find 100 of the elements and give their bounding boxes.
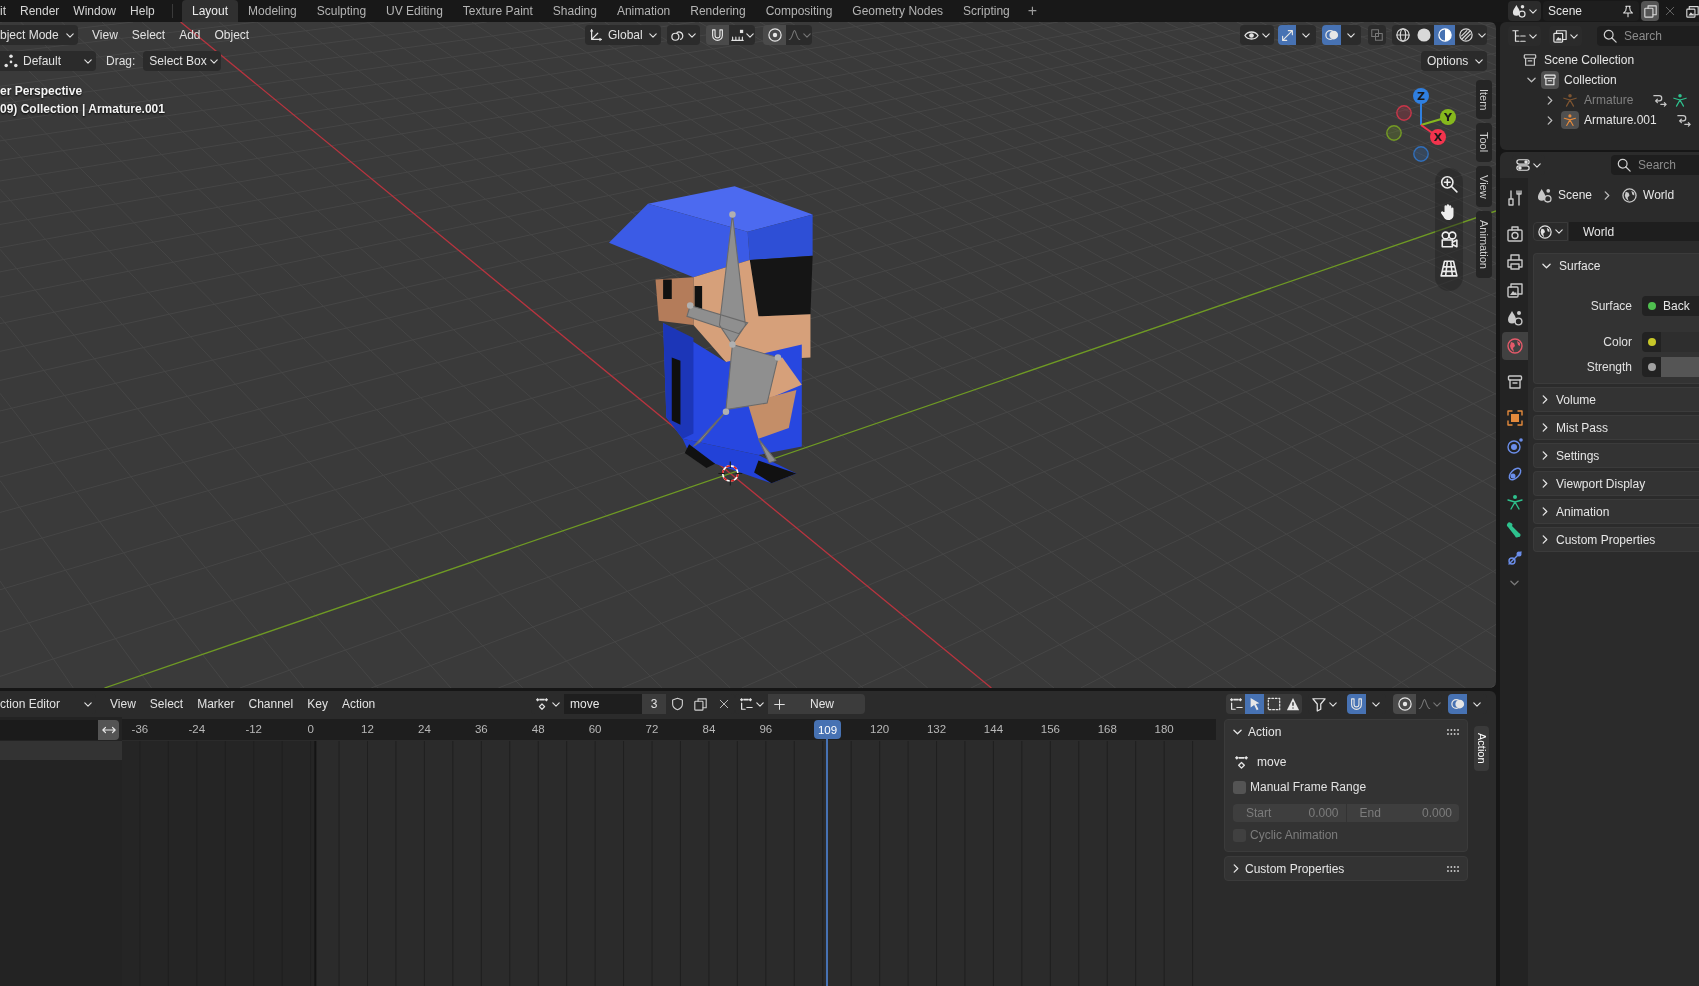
panel-header[interactable]: Volume [1534, 388, 1699, 411]
color-field[interactable] [1642, 332, 1699, 352]
visibility-dropdown[interactable] [1240, 25, 1274, 45]
3d-cursor-icon[interactable] [717, 461, 743, 486]
socket-dot-icon[interactable] [1647, 338, 1656, 346]
zoom-icon[interactable] [1440, 175, 1458, 193]
perspective-grid-icon[interactable] [1440, 259, 1458, 277]
panel-header[interactable]: Custom Properties [1225, 857, 1467, 880]
overlays-toggle[interactable] [1448, 694, 1467, 714]
playhead[interactable]: 109 [812, 720, 843, 986]
image-stack-icon[interactable] [1686, 4, 1699, 18]
overlays-toggle[interactable] [1322, 25, 1341, 45]
menu-item[interactable]: Select [124, 25, 173, 45]
3d-viewport[interactable]: bject Mode View Select Add Object Global Default Drag: Select Box Options er Perspective 09) Collection | Armature.001 Z Y X Item Tool View Animation [0, 22, 1496, 688]
mode-dropdown[interactable]: bject Mode [0, 25, 78, 45]
drag-action-dropdown[interactable]: Select Box [143, 51, 222, 71]
sidebar-tab[interactable]: Tool [1476, 123, 1492, 162]
chevron-down-icon[interactable] [1510, 580, 1519, 586]
axis-handle[interactable]: Z [1413, 88, 1429, 126]
workspace-tab[interactable]: Scripting [953, 0, 1020, 22]
workspace-tab[interactable]: Modeling [238, 0, 307, 22]
snap-toggle[interactable] [1347, 694, 1366, 714]
shading-options-dropdown[interactable] [1476, 25, 1487, 45]
gizmo-toggle[interactable] [1278, 25, 1296, 45]
action-name-field[interactable]: move [564, 694, 642, 714]
negative-axis-handle[interactable] [1396, 105, 1412, 121]
shading-mode-button[interactable] [1434, 25, 1455, 45]
transform-pivot-dropdown[interactable]: Default [0, 51, 96, 71]
menu-item[interactable]: Add [172, 25, 208, 45]
search-field[interactable]: Search [1611, 155, 1699, 175]
pivot-point-dropdown[interactable] [667, 25, 700, 45]
workspace-tab[interactable]: Shading [542, 0, 607, 22]
shader-field[interactable]: Back [1642, 296, 1699, 316]
tree-item-label[interactable]: Armature [1584, 93, 1634, 107]
stick-figure-icon[interactable] [1673, 93, 1688, 107]
workspace-tab[interactable]: UV Editing [376, 0, 453, 22]
curved-arrow-icon[interactable] [1653, 93, 1668, 107]
panel-header[interactable]: Viewport Display [1534, 472, 1699, 495]
movie-camera-icon[interactable] [1440, 231, 1458, 249]
proportional-editing-toggle[interactable] [763, 25, 786, 45]
proportional-editing-toggle[interactable] [1393, 694, 1416, 714]
filter-toggle[interactable] [1226, 694, 1245, 714]
workspace-tab[interactable]: Layout [182, 0, 239, 22]
xray-toggle[interactable] [1368, 25, 1386, 45]
new-slot-button[interactable]: New [768, 694, 865, 714]
menu-item[interactable]: Key [300, 694, 335, 714]
new-scene-button[interactable] [1641, 1, 1659, 21]
menu-item[interactable]: View [103, 694, 143, 714]
chevron-right-icon[interactable] [1547, 95, 1553, 105]
shading-mode-button[interactable] [1455, 25, 1476, 45]
panel-header[interactable]: Animation [1534, 500, 1699, 523]
scene-name-field[interactable]: Scene [1543, 1, 1639, 21]
curved-arrow-icon[interactable] [1676, 113, 1691, 127]
swap-button[interactable] [98, 720, 119, 740]
add-workspace-button[interactable]: + [1019, 0, 1046, 22]
negative-axis-handle[interactable] [1386, 125, 1402, 141]
frame-ruler[interactable] [122, 719, 1216, 740]
world-browse-dropdown[interactable] [1533, 222, 1568, 241]
snap-toggle[interactable] [706, 25, 729, 45]
chevron-down-icon[interactable] [1527, 77, 1536, 83]
tree-item-label[interactable]: Scene Collection [1544, 53, 1635, 67]
chevron-right-icon[interactable] [1547, 115, 1553, 125]
sidebar-tab[interactable]: Action [1474, 726, 1489, 771]
menu-item[interactable]: Marker [190, 694, 242, 714]
workspace-tab[interactable]: Animation [606, 0, 681, 22]
options-dropdown[interactable]: Options [1421, 51, 1487, 71]
menu-item[interactable]: Select [142, 694, 191, 714]
workspace-tab[interactable]: Rendering [680, 0, 756, 22]
panel-header[interactable]: Custom Properties [1534, 528, 1699, 551]
gizmo-options-dropdown[interactable] [1296, 25, 1316, 45]
scene-browse-dropdown[interactable] [1508, 1, 1541, 21]
world-name-field[interactable]: World [1569, 222, 1699, 241]
panel-header[interactable]: Mist Pass [1534, 416, 1699, 439]
menu-item[interactable]: Window [66, 0, 124, 22]
filter-toggle[interactable] [1283, 694, 1302, 714]
menu-item[interactable]: Channel [241, 694, 301, 714]
menu-item[interactable]: View [85, 25, 125, 45]
sidebar-tab[interactable]: Item [1476, 80, 1492, 120]
negative-axis-handle[interactable] [1413, 146, 1429, 162]
workspace-tab[interactable]: Texture Paint [452, 0, 543, 22]
workspace-tab[interactable]: Sculpting [306, 0, 377, 22]
menu-item[interactable]: Help [123, 0, 162, 22]
overlays-options-dropdown[interactable] [1341, 25, 1361, 45]
box-icon[interactable] [1523, 53, 1537, 67]
menu-item[interactable]: Object [207, 25, 257, 45]
tree-item-label[interactable]: Collection [1564, 73, 1617, 87]
menu-item[interactable]: Render [13, 0, 67, 22]
transform-orientation-dropdown[interactable]: Global [585, 25, 661, 45]
sidebar-tab[interactable]: View [1476, 165, 1492, 208]
character-model-drawing[interactable] [608, 186, 813, 484]
socket-dot-icon[interactable] [1647, 363, 1656, 371]
workspace-tab[interactable]: Compositing [755, 0, 843, 22]
user-count-button[interactable]: 3 [642, 694, 666, 714]
pin-icon[interactable] [1622, 4, 1634, 18]
shading-mode-button[interactable] [1413, 25, 1434, 45]
search-field[interactable]: Search [1597, 26, 1699, 46]
axis-handle[interactable]: X [1420, 124, 1446, 145]
menu-item[interactable]: Action [334, 694, 383, 714]
filter-toggle[interactable] [1245, 694, 1264, 714]
menu-item[interactable]: it [0, 0, 13, 22]
